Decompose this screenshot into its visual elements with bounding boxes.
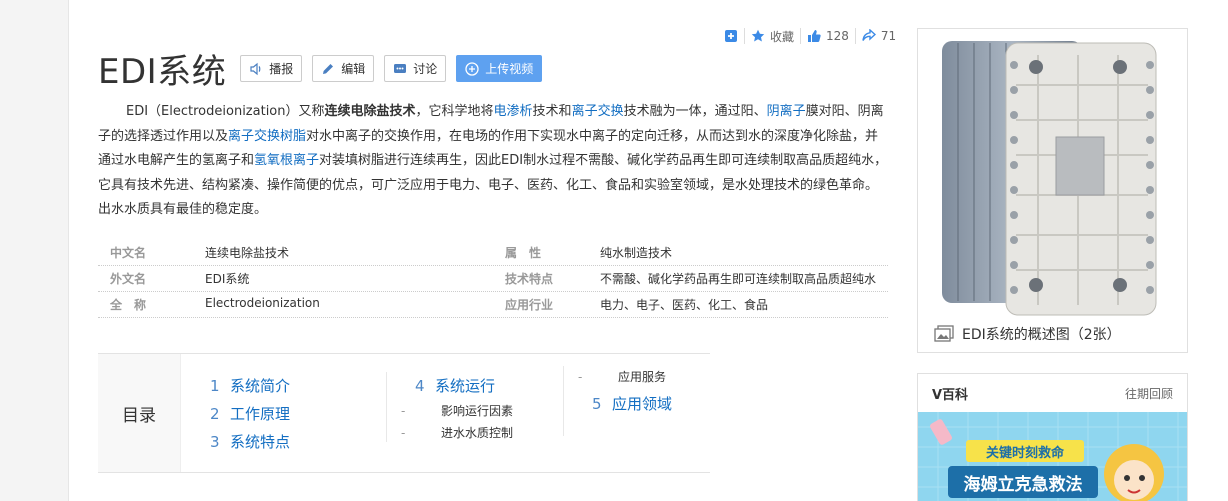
like-count: 128 xyxy=(826,29,849,43)
star-icon xyxy=(751,29,765,42)
thumbs-up-icon xyxy=(808,30,821,42)
catalog-item[interactable]: 1 系统简介 xyxy=(210,372,290,400)
info-value: EDI系统 xyxy=(205,272,250,286)
lemma-summary: EDI（Electrodeionization）又称连续电除盐技术，它科学地将电… xyxy=(98,100,888,223)
add-button[interactable] xyxy=(724,29,738,43)
summary-pic-card[interactable]: EDI系统的概述图（2张） xyxy=(917,28,1188,353)
catalog-column: 4 系统运行 影响运行因素 进水水质控制 xyxy=(386,372,513,444)
info-value: 连续电除盐技术 xyxy=(205,246,290,260)
catalog-subitem[interactable]: 影响运行因素 xyxy=(387,400,513,422)
edit-button[interactable]: 编辑 xyxy=(312,55,375,82)
info-value: 电力、电子、医药、化工、食品 xyxy=(600,298,769,312)
link-ion-exchange[interactable]: 离子交换 xyxy=(572,104,624,119)
basic-info-table: 中文名 连续电除盐技术 属 性 纯水制造技术 外文名 EDI系统 技术特点 不需酸、碱化… xyxy=(98,240,888,318)
edit-label: 编辑 xyxy=(341,62,366,76)
summary-text: ，它科学地将 xyxy=(415,104,494,119)
link-anion[interactable]: 阴离子 xyxy=(767,104,806,119)
info-name: 中文名 xyxy=(110,246,147,260)
page-title: EDI系统 xyxy=(98,52,227,92)
info-name: 技术特点 xyxy=(505,272,554,286)
link-ion-exchange-resin[interactable]: 离子交换树脂 xyxy=(228,129,306,144)
info-name: 全 称 xyxy=(110,298,147,312)
catalog-column: 应用服务 5 应用领域 xyxy=(563,366,672,436)
catalog-column: 1 系统简介 2 工作原理 3 系统特点 xyxy=(210,372,290,456)
catalog-number: 1 xyxy=(210,377,220,395)
like-button[interactable]: 128 xyxy=(807,29,849,43)
summary-text: 技术和 xyxy=(532,104,572,119)
collect-button[interactable]: 收藏 xyxy=(751,28,794,45)
speaker-icon xyxy=(250,62,261,75)
collect-label: 收藏 xyxy=(770,29,795,44)
edi-module-image xyxy=(942,41,1157,316)
info-name: 外文名 xyxy=(110,272,147,286)
pencil-icon xyxy=(323,63,334,74)
info-value: 不需酸、碱化学药品再生即可连续制取高品质超纯水 xyxy=(600,272,877,286)
album-caption[interactable]: EDI系统的概述图（2张） xyxy=(934,324,1121,344)
banner-line1: 关键时刻救命 xyxy=(985,446,1064,461)
title-row: EDI系统 播报 编辑 讨论 上传视频 xyxy=(98,44,552,93)
basic-info-row: 中文名 连续电除盐技术 属 性 纯水制造技术 xyxy=(98,240,888,266)
plus-circle-icon xyxy=(465,61,479,76)
catalog-number: 5 xyxy=(592,395,602,413)
catalog-label: 系统简介 xyxy=(230,377,291,395)
chat-icon xyxy=(394,63,407,73)
catalog-number: 3 xyxy=(210,433,220,451)
summary-text: EDI（Electrodeionization）又称 xyxy=(126,104,325,119)
share-button[interactable]: 71 xyxy=(862,29,896,43)
catalog-subitem[interactable]: 应用服务 xyxy=(564,366,672,388)
info-name: 属 性 xyxy=(505,246,542,260)
page: 收藏 128 71 EDI系统 播报 编辑 讨论 上传视频 EDI（Electr… xyxy=(68,0,1228,501)
vbaike-title: V百科 xyxy=(932,387,969,403)
info-value: Electrodeionization xyxy=(205,296,320,310)
info-name: 应用行业 xyxy=(505,298,554,312)
vbaike-banner[interactable]: 关键时刻救命 海姆立克急救法 xyxy=(918,412,1187,501)
catalog-label: 工作原理 xyxy=(230,405,291,423)
share-count: 71 xyxy=(880,29,897,43)
catalog-title: 目录 xyxy=(98,354,181,472)
catalog-item[interactable]: 4 系统运行 xyxy=(387,372,513,400)
catalog-subitem[interactable]: 进水水质控制 xyxy=(387,422,513,444)
vbaike-panel: V百科 往期回顾 关键时刻救命 海姆立克急救法 xyxy=(917,373,1188,501)
discuss-label: 讨论 xyxy=(413,62,438,76)
upload-video-button[interactable]: 上传视频 xyxy=(456,55,543,82)
catalog-label: 系统特点 xyxy=(230,433,291,451)
plus-square-icon xyxy=(725,30,737,42)
summary-text: 技术融为一体，通过阳、 xyxy=(623,104,767,119)
summary-bold-term: 连续电除盐技术 xyxy=(324,104,416,119)
catalog-item[interactable]: 2 工作原理 xyxy=(210,400,290,428)
catalog-number: 2 xyxy=(210,405,220,423)
catalog: 目录 1 系统简介 2 工作原理 3 系统特点 4 系统运行 影响运行因素 进水水质控制… xyxy=(98,353,710,473)
vbaike-header: V百科 往期回顾 xyxy=(918,374,1187,412)
basic-info-row: 全 称 Electrodeionization 应用行业 电力、电子、医药、化工、食… xyxy=(98,292,888,318)
catalog-number: 4 xyxy=(415,377,425,395)
top-actions: 收藏 128 71 xyxy=(724,26,896,46)
catalog-label: 系统运行 xyxy=(435,377,496,395)
basic-info-row: 外文名 EDI系统 技术特点 不需酸、碱化学药品再生即可连续制取高品质超纯水 xyxy=(98,266,888,292)
catalog-item[interactable]: 5 应用领域 xyxy=(564,390,672,418)
link-electrodialysis[interactable]: 电渗析 xyxy=(494,104,533,119)
broadcast-button[interactable]: 播报 xyxy=(240,55,303,82)
album-caption-text: EDI系统的概述图（2张） xyxy=(962,327,1121,343)
broadcast-label: 播报 xyxy=(269,62,294,76)
info-value: 纯水制造技术 xyxy=(600,246,673,260)
banner-line2: 海姆立克急救法 xyxy=(963,475,1083,495)
share-icon xyxy=(862,29,876,41)
catalog-label: 应用领域 xyxy=(612,395,673,413)
catalog-item[interactable]: 3 系统特点 xyxy=(210,428,290,456)
upload-video-label: 上传视频 xyxy=(485,62,534,76)
vbaike-more-link[interactable]: 往期回顾 xyxy=(1125,385,1173,402)
link-hydroxide-ion[interactable]: 氢氧根离子 xyxy=(254,153,319,168)
discuss-button[interactable]: 讨论 xyxy=(384,55,447,82)
album-icon xyxy=(934,325,954,342)
